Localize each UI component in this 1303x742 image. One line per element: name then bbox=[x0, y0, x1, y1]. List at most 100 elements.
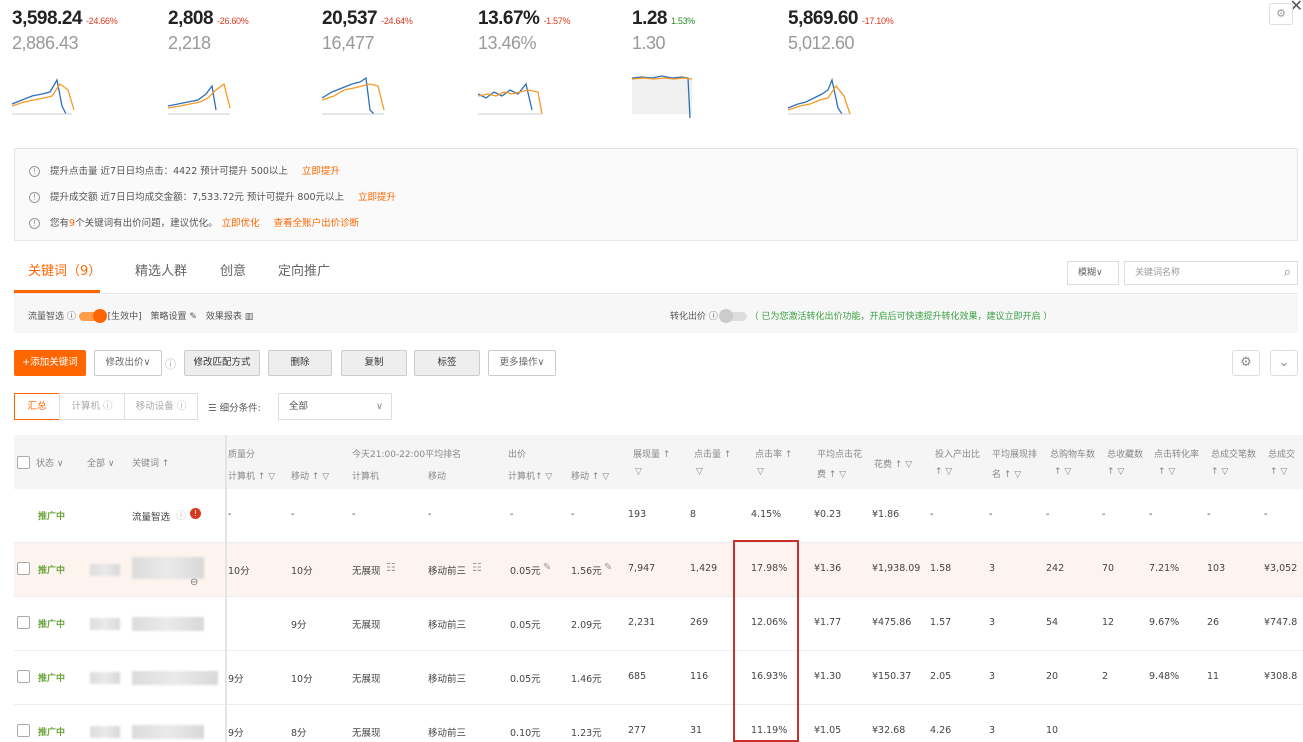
metric-previous: 13.46% bbox=[478, 33, 537, 53]
strategy-bar: 流量智选 ⓘ [生效中] 策略设置 ✎ 效果报表 ▥ 转化出价 ⓘ （ 已为您激… bbox=[14, 295, 1298, 333]
col-favorites-sort[interactable]: ↑ ▽ bbox=[1107, 467, 1124, 477]
cell-cart: 10 bbox=[1046, 725, 1059, 736]
metric-value: 13.67% -1.57% bbox=[478, 8, 571, 29]
cell-clicks: 8 bbox=[690, 509, 697, 520]
col-cart-sort[interactable]: ↑ ▽ bbox=[1054, 467, 1071, 477]
match-type-select[interactable]: 模糊∨ bbox=[1067, 261, 1119, 285]
tab-keywords[interactable]: 关键词（9） bbox=[28, 260, 101, 279]
status-badge: 推广中 bbox=[38, 512, 66, 522]
boost-gmv-link[interactable]: 立即提升 bbox=[358, 192, 396, 203]
col-orders-sort[interactable]: ↑ ▽ bbox=[1211, 467, 1228, 477]
redacted-keyword bbox=[90, 672, 120, 684]
filter-icon[interactable]: ▽ bbox=[696, 467, 703, 477]
col-cart[interactable]: 总购物车数 bbox=[1050, 447, 1095, 460]
col-cpc-sort[interactable]: 费 ↑ ▽ bbox=[817, 467, 846, 480]
report-link[interactable]: 效果报表 ▥ bbox=[206, 312, 253, 322]
col-cvr-sort[interactable]: ↑ ▽ bbox=[1158, 467, 1175, 477]
col-keyword[interactable]: 关键词 ↑ bbox=[132, 456, 169, 469]
col-filter-all[interactable]: 全部 ∨ bbox=[87, 456, 114, 469]
cell-impr: 277 bbox=[628, 725, 647, 736]
col-ctr[interactable]: 点击率 ↑ bbox=[755, 447, 792, 460]
chevron-down-icon: ∨ bbox=[376, 401, 383, 412]
col-avg-rank[interactable]: 平均展现排 bbox=[992, 447, 1037, 460]
segment-mobile[interactable]: 移动设备 ⓘ bbox=[124, 393, 198, 420]
gear-icon[interactable]: ⚙ bbox=[1269, 3, 1293, 25]
pencil-icon[interactable]: ✎ bbox=[604, 562, 612, 573]
col-roi[interactable]: 投入产出比 bbox=[935, 447, 980, 460]
filter-icon[interactable]: ▽ bbox=[635, 467, 642, 477]
cell-gmv: ¥747.8 bbox=[1264, 617, 1298, 628]
more-actions-dropdown[interactable]: 更多操作∨ bbox=[488, 350, 556, 376]
modify-match-button[interactable]: 修改匹配方式 bbox=[184, 350, 260, 376]
col-bid-mobile[interactable]: 移动 ↑ ▽ bbox=[571, 469, 609, 482]
status-badge: 推广中 bbox=[38, 674, 66, 684]
col-quality-pc[interactable]: 计算机 ↑ ▽ bbox=[228, 469, 275, 482]
chevron-down-icon[interactable]: ⌄ bbox=[1270, 350, 1298, 376]
col-status[interactable]: 状态 ∨ bbox=[36, 456, 63, 469]
col-cvr[interactable]: 点击转化率 bbox=[1154, 447, 1199, 460]
copy-button[interactable]: 复制 bbox=[341, 350, 407, 376]
col-favorites[interactable]: 总收藏数 bbox=[1107, 447, 1143, 460]
keyword-search-input[interactable]: 关键词名称 ⌕ bbox=[1124, 261, 1298, 285]
rank-detail-icon[interactable]: ☷ bbox=[472, 561, 482, 574]
help-icon[interactable]: ⓘ bbox=[165, 356, 176, 372]
pencil-icon: ✎ bbox=[189, 312, 197, 322]
metric-value: 2,808 -26.60% bbox=[168, 8, 249, 29]
bid-diagnosis-link[interactable]: 查看全账户出价诊断 bbox=[274, 218, 360, 229]
tab-audience[interactable]: 精选人群 bbox=[135, 260, 187, 279]
segment-pc[interactable]: 计算机 ⓘ bbox=[59, 393, 125, 420]
col-gmv[interactable]: 总成交 bbox=[1268, 447, 1295, 460]
row-checkbox[interactable] bbox=[17, 616, 30, 629]
col-impressions[interactable]: 展现量 ↑ bbox=[633, 447, 670, 460]
zoom-out-icon[interactable]: ⊖ bbox=[190, 577, 198, 588]
rank-detail-icon[interactable]: ☷ bbox=[386, 561, 396, 574]
row-checkbox[interactable] bbox=[17, 670, 30, 683]
cell-r-pc: 无展现 bbox=[352, 566, 381, 577]
cell-cpc: ¥1.05 bbox=[814, 725, 842, 736]
row-checkbox[interactable] bbox=[17, 562, 30, 575]
strategy-settings-link[interactable]: 策略设置 ✎ bbox=[151, 312, 197, 322]
info-icon: ! bbox=[29, 192, 40, 203]
conversion-bid-toggle[interactable] bbox=[718, 309, 747, 323]
col-avg-rank-sort[interactable]: 名 ↑ ▽ bbox=[992, 467, 1021, 480]
col-cost[interactable]: 花费 ↑ ▽ bbox=[874, 457, 912, 470]
col-quality-mobile[interactable]: 移动 ↑ ▽ bbox=[291, 469, 329, 482]
alert-icon[interactable]: ! bbox=[190, 508, 201, 519]
settings-gear-icon[interactable]: ⚙ bbox=[1232, 350, 1260, 376]
select-all-checkbox[interactable] bbox=[17, 456, 30, 469]
optimize-link[interactable]: 立即优化 bbox=[222, 218, 260, 229]
keyword-cell[interactable]: 流量智选 bbox=[132, 509, 170, 523]
tag-button[interactable]: 标签 bbox=[414, 350, 480, 376]
cell-cvr: - bbox=[1149, 509, 1153, 520]
col-cpc[interactable]: 平均点击花 bbox=[817, 447, 862, 460]
boost-clicks-link[interactable]: 立即提升 bbox=[302, 166, 340, 177]
add-keyword-button[interactable]: +添加关键词 bbox=[14, 350, 86, 376]
col-roi-sort[interactable]: ↑ ▽ bbox=[935, 467, 952, 477]
redacted-keyword bbox=[132, 617, 204, 631]
help-icon[interactable]: ⓘ bbox=[176, 507, 186, 522]
filter-select[interactable]: 全部 ∨ bbox=[278, 393, 392, 420]
col-orders[interactable]: 总成交笔数 bbox=[1211, 447, 1256, 460]
cell-q-pc: 9分 bbox=[228, 728, 244, 739]
cell-cvr: 7.21% bbox=[1149, 563, 1180, 574]
tab-creative[interactable]: 创意 bbox=[220, 260, 246, 279]
cell-gmv: ¥3,052 bbox=[1264, 563, 1298, 574]
cell-cvr: 9.67% bbox=[1149, 617, 1180, 628]
col-clicks[interactable]: 点击量 ↑ bbox=[694, 447, 731, 460]
metric-card: 3,598.24 -24.66% 2,886.43 bbox=[12, 8, 162, 54]
col-gmv-sort[interactable]: ↑ ▽ bbox=[1270, 467, 1287, 477]
segment-summary[interactable]: 汇总 bbox=[14, 393, 60, 420]
tab-targeting[interactable]: 定向推广 bbox=[278, 260, 330, 279]
delete-button[interactable]: 删除 bbox=[268, 350, 332, 376]
status-badge: 推广中 bbox=[38, 566, 66, 576]
row-checkbox[interactable] bbox=[17, 724, 30, 737]
cell-q-mob: 8分 bbox=[291, 728, 307, 739]
pencil-icon[interactable]: ✎ bbox=[543, 562, 551, 573]
cell-impr: 2,231 bbox=[628, 617, 656, 628]
filter-icon[interactable]: ▽ bbox=[757, 467, 764, 477]
search-icon[interactable]: ⌕ bbox=[1284, 262, 1291, 284]
modify-bid-dropdown[interactable]: 修改出价∨ bbox=[94, 350, 162, 376]
smart-traffic-toggle[interactable] bbox=[78, 309, 107, 323]
col-bid-pc[interactable]: 计算机↑ ▽ bbox=[508, 469, 552, 482]
cell-cvr: 9.48% bbox=[1149, 671, 1180, 682]
